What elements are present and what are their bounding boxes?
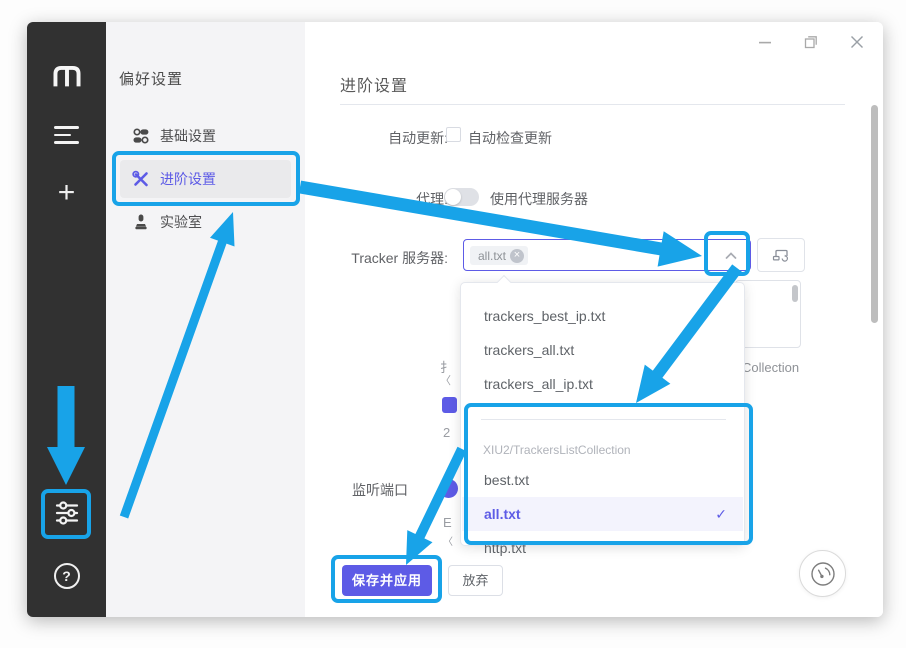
dropdown-option-selected[interactable]: all.txt ✓ [462, 497, 743, 531]
toggle-knob [445, 189, 461, 205]
nav-item-label: 进阶设置 [160, 169, 216, 189]
minimize-button[interactable] [757, 34, 773, 50]
tracker-tag-label: all.txt [478, 249, 506, 263]
window-controls [757, 30, 865, 54]
dropdown-group-label: XIU2/TrackersListCollection [483, 436, 631, 464]
check-icon: ✓ [715, 497, 727, 531]
auto-update-checkbox[interactable] [446, 127, 461, 142]
stamp-icon [132, 213, 150, 231]
dropdown-option[interactable]: trackers_all_ip.txt [462, 367, 743, 401]
auto-update-label: 自动更新: [305, 128, 448, 148]
switches-icon [132, 127, 150, 145]
tracker-server-select[interactable]: all.txt × [463, 239, 751, 271]
tracker-dropdown: trackers_best_ip.txt trackers_all.txt tr… [460, 282, 745, 546]
speed-limit-fab[interactable] [799, 550, 846, 597]
proxy-switch-label: 使用代理服务器 [490, 189, 588, 209]
speedometer-icon [809, 560, 837, 588]
tracker-tag: all.txt × [470, 246, 528, 265]
proxy-label: 代理: [305, 189, 448, 209]
proxy-toggle[interactable] [444, 188, 479, 206]
popper-arrow [497, 275, 511, 289]
sync-device-icon [772, 247, 790, 263]
nav-item-basic-settings[interactable]: 基础设置 [120, 117, 291, 155]
chevron-up-icon[interactable] [720, 245, 742, 272]
preferences-nav-list: 基础设置 进阶设置 [120, 117, 291, 246]
dropdown-option[interactable]: trackers_best_ip.txt [462, 299, 743, 333]
dropdown-option[interactable]: http.txt [462, 531, 743, 565]
tag-remove-icon[interactable]: × [510, 249, 524, 263]
textarea-scrollbar-thumb[interactable] [792, 285, 798, 302]
tracker-server-label: Tracker 服务器: [305, 248, 448, 268]
nav-item-label: 基础设置 [160, 126, 216, 146]
nav-item-label: 实验室 [160, 212, 202, 232]
hint-fragment: 〈 [440, 372, 451, 388]
toggle-partial[interactable] [439, 479, 458, 498]
app-sidebar: + ? [27, 22, 106, 617]
advanced-settings-page: 进阶设置 自动更新: 自动检查更新 代理: 使用代理服务器 Tracker 服务… [305, 22, 883, 617]
hint-text-partial: Collection [742, 360, 799, 375]
dropdown-option[interactable]: trackers_all.txt [462, 333, 743, 367]
task-list-icon[interactable] [54, 126, 80, 146]
motrix-logo-icon [52, 64, 82, 93]
preferences-nav-panel: 偏好设置 基础设置 [106, 22, 305, 617]
page-title: 进阶设置 [340, 72, 408, 96]
tools-icon [132, 170, 150, 188]
dropdown-option-label: all.txt [484, 506, 521, 522]
dropdown-divider [481, 419, 726, 420]
maximize-button[interactable] [803, 34, 819, 50]
title-divider [340, 104, 845, 105]
close-button[interactable] [849, 34, 865, 50]
preferences-title: 偏好设置 [119, 68, 183, 89]
text-fragment: E [443, 515, 452, 530]
text-fragment: 2 [443, 425, 450, 440]
discard-button[interactable]: 放弃 [448, 565, 503, 596]
add-task-icon[interactable]: + [58, 178, 76, 208]
dropdown-option[interactable]: best.txt [462, 463, 743, 497]
save-apply-button[interactable]: 保存并应用 [342, 565, 432, 596]
help-icon[interactable]: ? [54, 563, 80, 589]
auto-update-checkbox-label[interactable]: 自动检查更新 [468, 128, 552, 148]
nav-item-advanced-settings[interactable]: 进阶设置 [120, 160, 291, 198]
nav-item-lab[interactable]: 实验室 [120, 203, 291, 241]
app-window: + ? 偏好设置 基础设置 [27, 22, 883, 617]
sync-trackers-button[interactable] [757, 238, 805, 272]
text-fragment: 〈 [443, 533, 453, 548]
dialog-scrollbar[interactable] [871, 105, 878, 323]
preferences-sliders-icon[interactable] [52, 498, 82, 533]
checked-checkbox-partial[interactable] [442, 397, 457, 413]
listen-port-label: 监听端口 [352, 480, 408, 500]
